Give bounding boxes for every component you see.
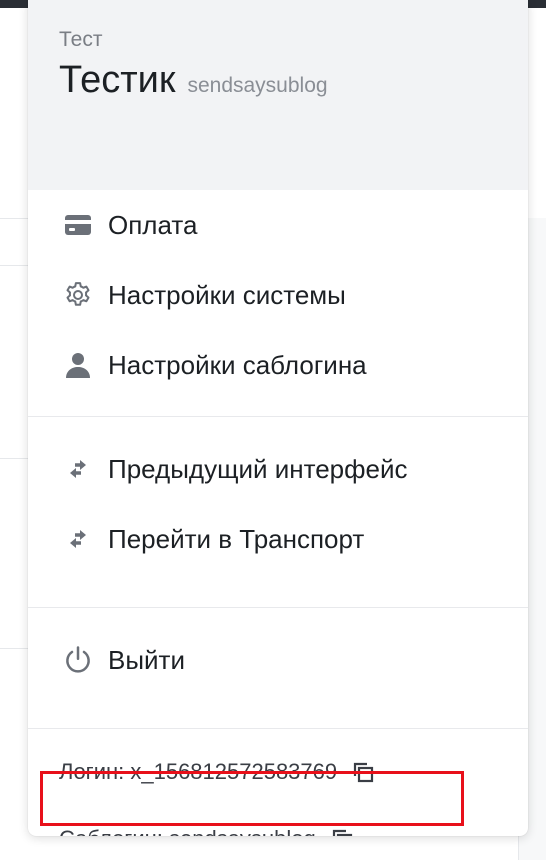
menu-section-settings: Оплата Настройки системы Настройки сабло… xyxy=(28,190,528,417)
account-menu-popover: Тест Тестик sendsaysublog Оплата Настрой… xyxy=(28,0,528,836)
menu-section-navigation: Предыдущий интерфейс Перейти в Транспорт xyxy=(28,434,528,608)
background-divider xyxy=(0,458,28,459)
user-login: sendsaysublog xyxy=(187,74,328,97)
menu-item-label: Предыдущий интерфейс xyxy=(108,453,408,484)
menu-section-logout: Выйти xyxy=(28,625,528,729)
copy-sublogin-icon[interactable] xyxy=(330,827,354,836)
menu-item-label: Перейти в Транспорт xyxy=(108,523,365,554)
menu-item-previous-interface[interactable]: Предыдущий интерфейс xyxy=(28,434,528,504)
gear-icon xyxy=(62,279,94,311)
menu-item-label: Оплата xyxy=(108,209,198,240)
highlight-box xyxy=(40,771,464,826)
swap-arrows-icon xyxy=(62,453,94,485)
menu-item-label: Выйти xyxy=(108,644,185,675)
person-icon xyxy=(62,349,94,381)
power-icon xyxy=(62,644,94,676)
user-name: Тестик xyxy=(59,59,176,101)
background-divider xyxy=(0,648,28,649)
sublogin-text: Саблогин: sendsaysublog xyxy=(59,826,316,836)
account-header: Тест Тестик sendsaysublog xyxy=(28,0,528,190)
background-divider xyxy=(0,265,28,266)
menu-item-system-settings[interactable]: Настройки системы xyxy=(28,260,528,330)
swap-arrows-icon xyxy=(62,523,94,555)
org-name: Тест xyxy=(59,28,103,51)
credit-card-icon xyxy=(62,209,94,241)
menu-item-label: Настройки системы xyxy=(108,279,346,310)
menu-item-logout[interactable]: Выйти xyxy=(28,625,528,695)
menu-item-go-transport[interactable]: Перейти в Транспорт xyxy=(28,504,528,574)
menu-item-billing[interactable]: Оплата xyxy=(28,190,528,260)
user-row: Тестик sendsaysublog xyxy=(59,56,497,104)
menu-item-label: Настройки саблогина xyxy=(108,349,367,380)
menu-item-sublogin-settings[interactable]: Настройки саблогина xyxy=(28,330,528,400)
